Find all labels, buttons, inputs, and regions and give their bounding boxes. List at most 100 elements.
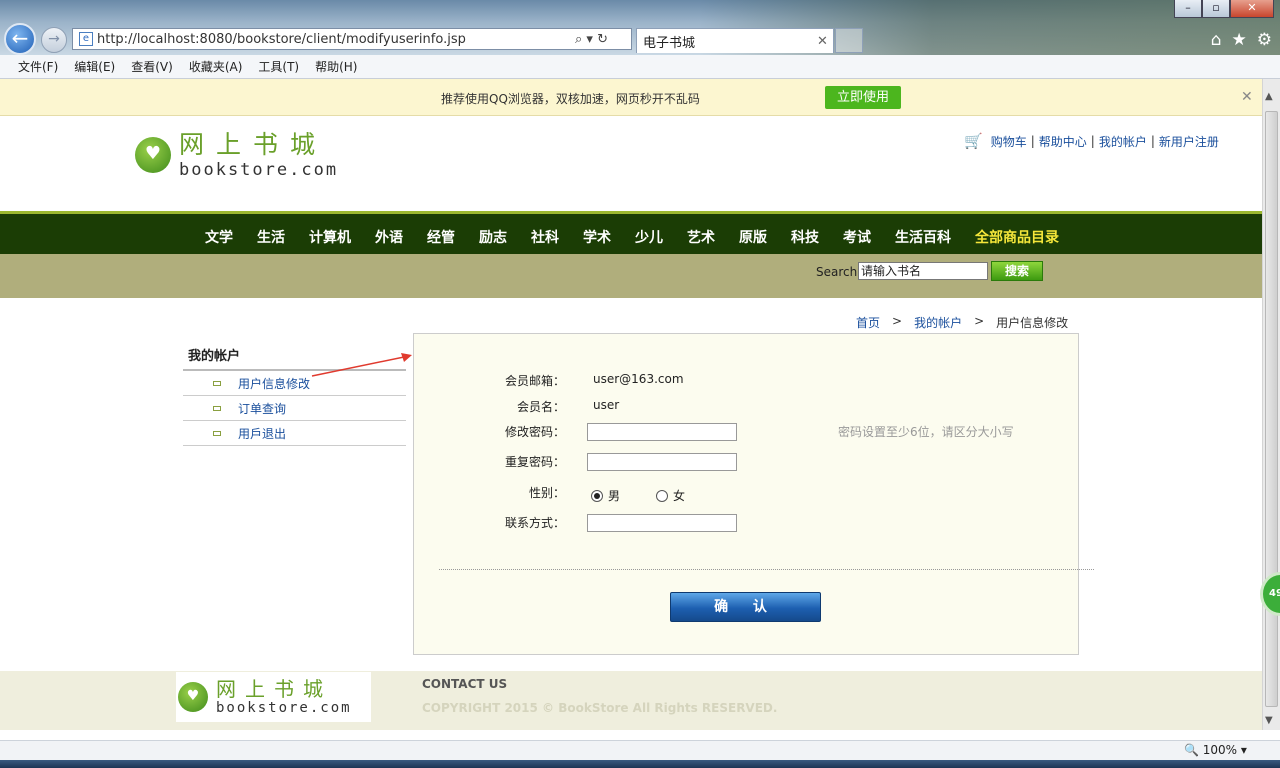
sidebar-item-orders[interactable]: 订单查询 bbox=[183, 396, 406, 421]
search-refresh-icons[interactable]: ⌕ ▾ ↻ bbox=[575, 32, 631, 47]
site-logo[interactable]: ♥ 网上书城 bookstore.com bbox=[135, 130, 338, 180]
use-now-button[interactable]: 立即使用 bbox=[825, 86, 901, 109]
shopping-bag-icon: ♥ bbox=[178, 682, 208, 712]
annotation-arrow bbox=[311, 353, 412, 377]
nav-item[interactable]: 学术 bbox=[583, 227, 611, 247]
close-window-icon[interactable]: ✕ bbox=[1230, 0, 1274, 18]
nav-item[interactable]: 科技 bbox=[791, 227, 819, 247]
address-url[interactable]: http://localhost:8080/bookstore/client/m… bbox=[97, 32, 575, 47]
maximize-icon[interactable]: ▫ bbox=[1202, 0, 1230, 18]
nav-item[interactable]: 原版 bbox=[739, 227, 767, 247]
breadcrumb-sep: > bbox=[974, 314, 985, 328]
separator: | bbox=[1030, 134, 1035, 148]
scroll-down-icon[interactable]: ▼ bbox=[1265, 715, 1273, 726]
notice-close-icon[interactable]: ✕ bbox=[1241, 89, 1253, 105]
gender-female-option[interactable]: 女 bbox=[656, 487, 685, 504]
browser-toolbar-icons: ⌂ ★ ⚙ bbox=[1211, 30, 1272, 50]
link-my-account[interactable]: 我的帐户 bbox=[1099, 133, 1147, 150]
nav-item[interactable]: 文学 bbox=[205, 227, 233, 247]
ie-page-icon: e bbox=[79, 32, 93, 46]
sidebar-item-label[interactable]: 用戶退出 bbox=[238, 425, 286, 442]
status-bar: 🔍 100% ▾ bbox=[0, 740, 1280, 760]
repeat-password-label: 重复密码： bbox=[504, 455, 565, 469]
home-icon[interactable]: ⌂ bbox=[1211, 30, 1222, 50]
browser-tab[interactable]: 电子书城 ✕ bbox=[636, 28, 834, 53]
repeat-password-field[interactable] bbox=[587, 453, 737, 471]
sidebar-item-logout[interactable]: 用戶退出 bbox=[183, 421, 406, 446]
scroll-thumb[interactable] bbox=[1265, 111, 1278, 707]
nav-item[interactable]: 生活百科 bbox=[895, 227, 951, 247]
nav-item[interactable]: 外语 bbox=[375, 227, 403, 247]
nav-item[interactable]: 艺术 bbox=[687, 227, 715, 247]
favorites-star-icon[interactable]: ★ bbox=[1232, 30, 1247, 50]
contact-us[interactable]: CONTACT US bbox=[422, 677, 507, 691]
contact-field[interactable] bbox=[587, 514, 737, 532]
sidebar-item-label[interactable]: 用户信息修改 bbox=[238, 375, 310, 392]
address-bar[interactable]: e http://localhost:8080/bookstore/client… bbox=[72, 28, 632, 50]
menu-view[interactable]: 查看(V) bbox=[131, 58, 173, 75]
contact-label: 联系方式： bbox=[504, 516, 565, 530]
menu-tools[interactable]: 工具(T) bbox=[258, 58, 299, 75]
footer-logo-en: bookstore.com bbox=[216, 700, 352, 716]
link-cart[interactable]: 购物车 bbox=[991, 133, 1027, 150]
gender-male-option[interactable]: 男 bbox=[591, 487, 620, 504]
link-register[interactable]: 新用户注册 bbox=[1159, 133, 1219, 150]
zoom-value: 100% bbox=[1202, 743, 1238, 757]
back-button[interactable]: ← bbox=[4, 23, 36, 55]
nav-item[interactable]: 计算机 bbox=[309, 227, 351, 247]
zoom-level[interactable]: 🔍 100% ▾ bbox=[1184, 743, 1247, 757]
shopping-bag-icon: ♥ bbox=[135, 137, 171, 173]
separator: | bbox=[1090, 134, 1095, 148]
tab-title: 电子书城 bbox=[643, 35, 696, 51]
search-input[interactable]: 请输入书名 bbox=[858, 262, 988, 280]
breadcrumb-home[interactable]: 首页 bbox=[856, 314, 880, 331]
category-nav: 文学 生活 计算机 外语 经管 励志 社科 学术 少儿 艺术 原版 科技 考试 … bbox=[0, 211, 1262, 254]
nav-all-categories[interactable]: 全部商品目录 bbox=[975, 227, 1059, 247]
minimize-icon[interactable]: – bbox=[1174, 0, 1202, 18]
search-bar: Search 请输入书名 搜索 bbox=[0, 254, 1262, 298]
email-value: user@163.com bbox=[593, 372, 684, 386]
menu-file[interactable]: 文件(F) bbox=[18, 58, 58, 75]
link-help[interactable]: 帮助中心 bbox=[1039, 133, 1087, 150]
breadcrumb-account[interactable]: 我的帐户 bbox=[914, 314, 962, 331]
breadcrumb-current: 用户信息修改 bbox=[996, 316, 1069, 330]
sidebar-item-label[interactable]: 订单查询 bbox=[238, 400, 286, 417]
breadcrumb-sep: > bbox=[892, 314, 903, 328]
nav-item[interactable]: 生活 bbox=[257, 227, 285, 247]
browser-notice-bar: 推荐使用QQ浏览器，双核加速，网页秒开不乱码 立即使用 ✕ bbox=[0, 79, 1262, 116]
nav-item[interactable]: 励志 bbox=[479, 227, 507, 247]
gender-male-label: 男 bbox=[608, 489, 621, 503]
password-field[interactable] bbox=[587, 423, 737, 441]
menu-help[interactable]: 帮助(H) bbox=[315, 58, 357, 75]
scroll-up-icon[interactable]: ▲ bbox=[1265, 91, 1273, 102]
menu-favorites[interactable]: 收藏夹(A) bbox=[189, 58, 243, 75]
form-divider bbox=[439, 569, 1094, 570]
top-links: 🛒 购物车 | 帮助中心 | 我的帐户 | 新用户注册 bbox=[964, 132, 1219, 150]
password-label: 修改密码： bbox=[504, 425, 565, 439]
logo-cn: 网上书城 bbox=[179, 130, 328, 159]
nav-item[interactable]: 考试 bbox=[843, 227, 871, 247]
forward-button[interactable]: → bbox=[41, 27, 67, 53]
radio-female[interactable] bbox=[656, 490, 668, 502]
settings-gear-icon[interactable]: ⚙ bbox=[1257, 30, 1272, 50]
close-tab-icon[interactable]: ✕ bbox=[817, 34, 833, 49]
confirm-button[interactable]: 确 认 bbox=[670, 592, 821, 622]
username-value: user bbox=[593, 398, 620, 412]
email-label: 会员邮箱： bbox=[504, 374, 565, 388]
nav-item[interactable]: 经管 bbox=[427, 227, 455, 247]
nav-item[interactable]: 少儿 bbox=[635, 227, 663, 247]
search-button[interactable]: 搜索 bbox=[991, 261, 1043, 281]
nav-item[interactable]: 社科 bbox=[531, 227, 559, 247]
breadcrumb: 首页 > 我的帐户 > 用户信息修改 bbox=[856, 314, 1068, 331]
search-label: Search bbox=[816, 265, 858, 279]
new-tab-button[interactable] bbox=[835, 28, 863, 53]
gender-female-label: 女 bbox=[673, 489, 686, 503]
bullet-icon bbox=[213, 380, 221, 386]
menu-edit[interactable]: 编辑(E) bbox=[74, 58, 115, 75]
bullet-icon bbox=[213, 405, 221, 411]
radio-male[interactable] bbox=[591, 490, 603, 502]
window-controls: – ▫ ✕ bbox=[1174, 0, 1274, 18]
site-footer: ♥ 网上书城 bookstore.com CONTACT US COPYRIGH… bbox=[0, 671, 1262, 730]
footer-logo-cn: 网上书城 bbox=[216, 677, 332, 701]
vertical-scrollbar[interactable]: ▲ ▼ bbox=[1262, 79, 1280, 730]
